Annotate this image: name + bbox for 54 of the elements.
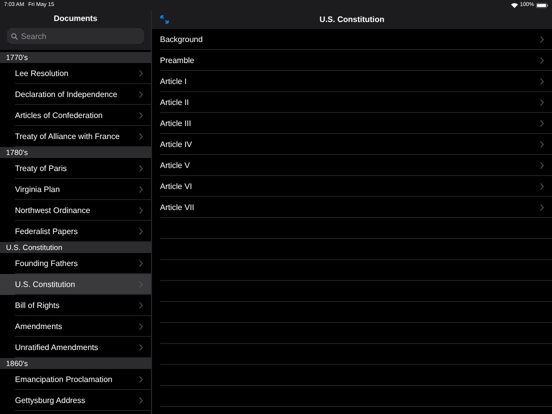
- detail-item[interactable]: Article III: [152, 113, 552, 134]
- chevron-icon: [139, 344, 143, 351]
- chevron-icon: [540, 99, 544, 106]
- sidebar-item[interactable]: Virginia Plan: [0, 179, 151, 200]
- chevron-icon: [139, 376, 143, 383]
- sidebar-item[interactable]: Federalist Papers: [0, 221, 151, 242]
- chevron-icon: [139, 228, 143, 235]
- detail-item[interactable]: Article VII: [152, 197, 552, 218]
- sidebar-item[interactable]: Northwest Ordinance: [0, 200, 151, 221]
- sidebar-item[interactable]: Amendments: [0, 316, 151, 337]
- detail-title: U.S. Constitution: [320, 14, 384, 26]
- chevron-icon: [139, 165, 143, 172]
- sidebar-item[interactable]: U.S. Constitution: [0, 274, 151, 295]
- chevron-icon: [139, 323, 143, 330]
- chevron-icon: [139, 397, 143, 404]
- sidebar-item[interactable]: Founding Fathers: [0, 253, 151, 274]
- sidebar-item[interactable]: Articles of Confederation: [0, 105, 151, 126]
- chevron-icon: [139, 207, 143, 214]
- detail-item[interactable]: Preamble: [152, 50, 552, 71]
- chevron-icon: [139, 133, 143, 140]
- chevron-icon: [139, 91, 143, 98]
- detail-item[interactable]: Article IV: [152, 134, 552, 155]
- chevron-icon: [139, 186, 143, 193]
- sidebar-item[interactable]: Unratified Amendments: [0, 337, 151, 358]
- chevron-icon: [540, 141, 544, 148]
- sidebar-item[interactable]: Gettysburg Address: [0, 390, 151, 411]
- expand-icon[interactable]: [160, 15, 169, 24]
- chevron-icon: [139, 260, 143, 267]
- sidebar-item[interactable]: Bill of Rights: [0, 295, 151, 316]
- detail-item[interactable]: Article V: [152, 155, 552, 176]
- chevron-icon: [540, 204, 544, 211]
- sidebar-item[interactable]: Lee Resolution: [0, 63, 151, 84]
- chevron-icon: [540, 78, 544, 85]
- sidebar-item[interactable]: Declaration of Independence: [0, 84, 151, 105]
- detail-item[interactable]: Background: [152, 29, 552, 50]
- chevron-icon: [139, 112, 143, 119]
- sidebar-item[interactable]: Treaty of Alliance with France: [0, 126, 151, 147]
- detail-item[interactable]: Article II: [152, 92, 552, 113]
- chevron-icon: [139, 70, 143, 77]
- chevron-icon: [540, 36, 544, 43]
- chevron-icon: [540, 183, 544, 190]
- chevron-icon: [540, 162, 544, 169]
- battery-icon: [536, 2, 548, 8]
- search-field[interactable]: Search: [7, 28, 144, 44]
- chevron-icon: [540, 57, 544, 64]
- sidebar-item[interactable]: Emancipation Proclamation: [0, 369, 151, 390]
- wifi-icon: [510, 2, 518, 8]
- sidebar-item[interactable]: Treaty of Paris: [0, 158, 151, 179]
- detail-item[interactable]: Article I: [152, 71, 552, 92]
- chevron-icon: [139, 302, 143, 309]
- sidebar-title: Documents: [54, 13, 98, 25]
- chevron-icon: [540, 120, 544, 127]
- search-icon: [11, 32, 18, 40]
- detail-item[interactable]: Article VI: [152, 176, 552, 197]
